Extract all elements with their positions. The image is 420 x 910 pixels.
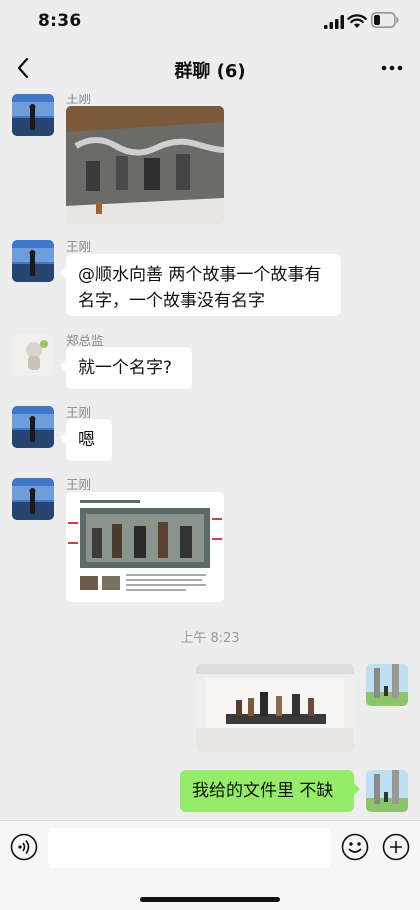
avatar[interactable] [366,770,408,812]
status-bar: 8:36 [0,0,420,44]
avatar[interactable] [12,478,54,520]
image-message[interactable] [66,106,224,224]
avatar[interactable] [12,240,54,282]
avatar[interactable] [12,406,54,448]
sender-name: 王刚 [66,477,92,492]
input-bar [0,820,420,910]
avatar-lake-image [12,406,54,448]
wifi-icon [347,14,367,28]
avatar-cartoon-image [12,334,54,376]
message-input[interactable] [48,828,331,868]
plus-icon[interactable] [382,833,410,861]
avatar[interactable] [12,94,54,136]
artwork-photo [66,106,224,224]
avatar-trees-image [366,664,408,706]
status-time: 8:36 [38,11,82,31]
image-message[interactable] [196,664,354,752]
battery-icon [371,12,399,28]
signal-icon [324,15,344,29]
image-message[interactable] [66,492,224,602]
message-bubble[interactable]: 嗯 [60,419,112,461]
message-bubble[interactable]: 就一个名字? [60,347,192,389]
message-bubble[interactable]: @顺水向善 两个故事一个故事有名字，一个故事没有名字 [60,254,341,316]
chat-area[interactable]: 王刚 王刚 @顺水向善 两个故事一个故事有名字，一个故事没有名字 郑总监 就一个… [0,94,420,820]
emoji-icon[interactable] [341,833,369,861]
home-indicator [140,897,280,902]
nav-bar: 群聊 (6) [0,44,420,94]
sender-name: 王刚 [66,239,92,254]
avatar-lake-image [12,94,54,136]
avatar[interactable] [366,664,408,706]
avatar-lake-image [12,478,54,520]
exhibit-photo [196,664,354,752]
chat-title: 群聊 (6) [174,61,246,82]
timestamp: 上午 8:23 [180,631,240,646]
avatar[interactable] [12,334,54,376]
document-screenshot [66,492,224,602]
avatar-lake-image [12,240,54,282]
more-icon[interactable] [380,56,404,80]
message-bubble[interactable]: 我给的文件里 不缺 [180,770,360,812]
voice-icon[interactable] [10,833,38,861]
avatar-trees-image [366,770,408,812]
